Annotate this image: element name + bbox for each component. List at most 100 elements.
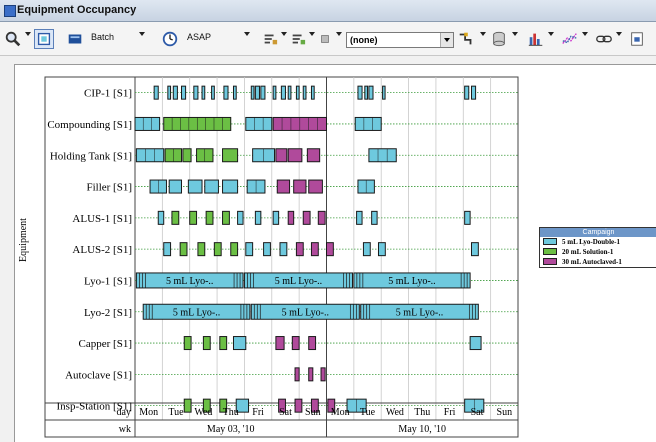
gantt-bar bbox=[310, 242, 319, 257]
gantt-bar bbox=[163, 242, 172, 257]
legend-swatch-lyo bbox=[543, 238, 557, 245]
gantt-bar bbox=[470, 242, 479, 257]
row-label: Filler [S1] bbox=[86, 182, 132, 194]
gantt-bar bbox=[364, 85, 369, 100]
gantt-bar bbox=[223, 85, 229, 100]
gantt-bar bbox=[187, 179, 203, 194]
gantt-bar bbox=[362, 242, 371, 257]
gantt-bar bbox=[326, 242, 334, 257]
gantt-bar bbox=[201, 85, 206, 100]
row-label: ALUS-1 [S1] bbox=[72, 213, 132, 225]
gantt-bar bbox=[356, 210, 363, 225]
gantt-bar bbox=[287, 210, 295, 225]
gantt-bar bbox=[272, 85, 277, 100]
gantt-bar bbox=[171, 210, 180, 225]
legend-item: 20 mL Solution-1 bbox=[540, 247, 656, 257]
week-tick-label: May 10, '10 bbox=[398, 424, 446, 435]
gantt-bar bbox=[308, 336, 317, 351]
day-tick-label: Tue bbox=[168, 407, 184, 418]
legend-swatch-autoclaved bbox=[543, 258, 557, 265]
gantt-bar bbox=[306, 148, 321, 163]
gantt-bar bbox=[179, 242, 188, 257]
gantt-bar bbox=[317, 210, 326, 225]
gantt-bar bbox=[250, 85, 255, 100]
legend-label: 5 mL Lyo-Double-1 bbox=[562, 238, 620, 246]
gantt-bar bbox=[211, 85, 215, 100]
campaign-legend: Campaign 5 mL Lyo-Double-1 20 mL Solutio… bbox=[539, 227, 656, 268]
gantt-bar bbox=[260, 85, 266, 100]
gantt-bar bbox=[276, 179, 291, 194]
day-tick-label: Thu bbox=[223, 407, 239, 418]
gantt-bar bbox=[232, 85, 237, 100]
gantt-bar bbox=[205, 210, 214, 225]
gantt-bar bbox=[222, 210, 230, 225]
bar-label: 5 mL Lyo-.. bbox=[173, 307, 220, 318]
gantt-bar bbox=[287, 148, 303, 163]
bar-label: 5 mL Lyo-.. bbox=[166, 276, 213, 287]
gantt-bar bbox=[254, 210, 262, 225]
gantt-bar bbox=[469, 336, 482, 351]
gantt-bar bbox=[382, 85, 386, 100]
gantt-bar bbox=[308, 367, 314, 382]
gantt-bar bbox=[291, 336, 300, 351]
gantt-bar bbox=[287, 85, 292, 100]
gantt-bar bbox=[470, 85, 477, 100]
gantt-bar bbox=[279, 242, 288, 257]
plot-border bbox=[44, 76, 519, 438]
gantt-bar bbox=[213, 242, 222, 257]
gantt-bar bbox=[245, 116, 273, 131]
gantt-bar bbox=[320, 367, 326, 382]
legend-title: Campaign bbox=[540, 228, 656, 237]
gantt-bar bbox=[183, 398, 192, 413]
gantt-bar bbox=[172, 85, 178, 100]
bar-label: 5 mL Lyo-.. bbox=[282, 307, 329, 318]
gantt-bar bbox=[275, 148, 288, 163]
bar-label: 5 mL Lyo-.. bbox=[388, 276, 435, 287]
gantt-bar bbox=[219, 336, 228, 351]
row-label: Lyo-2 [S1] bbox=[84, 307, 132, 319]
week-tick-label: May 03, '10 bbox=[207, 424, 255, 435]
gantt-bar bbox=[302, 85, 307, 100]
gantt-bar bbox=[183, 336, 192, 351]
gantt-bar bbox=[280, 85, 286, 100]
gantt-bar bbox=[222, 148, 239, 163]
day-tick-label: Fri bbox=[444, 407, 456, 418]
day-tick-label: Sun bbox=[305, 407, 321, 418]
row-label: Compounding [S1] bbox=[47, 119, 132, 131]
gantt-bar bbox=[182, 148, 192, 163]
row-label: Autoclave [S1] bbox=[65, 369, 132, 381]
row-label: Holding Tank [S1] bbox=[50, 150, 132, 162]
day-tick-label: Mon bbox=[331, 407, 350, 418]
gantt-bar bbox=[295, 242, 304, 257]
legend-label: 20 mL Solution-1 bbox=[562, 248, 614, 256]
gantt-bar bbox=[135, 148, 165, 163]
gantt-bar bbox=[294, 398, 303, 413]
bar-label: 5 mL Lyo-.. bbox=[275, 276, 322, 287]
gantt-bar bbox=[254, 85, 260, 100]
gantt-bar bbox=[245, 242, 254, 257]
day-tick-label: Wed bbox=[194, 407, 212, 418]
gantt-bar bbox=[377, 242, 386, 257]
bar-label: 5 mL Lyo-.. bbox=[396, 307, 443, 318]
gantt-bar bbox=[302, 210, 311, 225]
gantt-bar bbox=[204, 179, 219, 194]
row-label: Lyo-1 [S1] bbox=[84, 275, 132, 287]
gantt-bar bbox=[294, 367, 300, 382]
gantt-bar bbox=[368, 148, 397, 163]
day-axis-label: day bbox=[117, 407, 131, 418]
day-tick-label: Tue bbox=[360, 407, 376, 418]
gantt-bar bbox=[153, 85, 159, 100]
day-tick-label: Sat bbox=[471, 407, 484, 418]
gantt-bar bbox=[189, 210, 198, 225]
legend-item: 5 mL Lyo-Double-1 bbox=[540, 237, 656, 247]
legend-label: 30 mL Autoclaved-1 bbox=[562, 258, 622, 266]
gantt-bar bbox=[308, 179, 323, 194]
gantt-bar bbox=[371, 210, 378, 225]
legend-item: 30 mL Autoclaved-1 bbox=[540, 257, 656, 267]
gantt-bar bbox=[193, 85, 199, 100]
gantt-bar bbox=[272, 210, 280, 225]
gantt-bar bbox=[464, 210, 471, 225]
gantt-bar bbox=[167, 85, 172, 100]
gantt-bar bbox=[275, 336, 285, 351]
legend-swatch-solution bbox=[543, 248, 557, 255]
